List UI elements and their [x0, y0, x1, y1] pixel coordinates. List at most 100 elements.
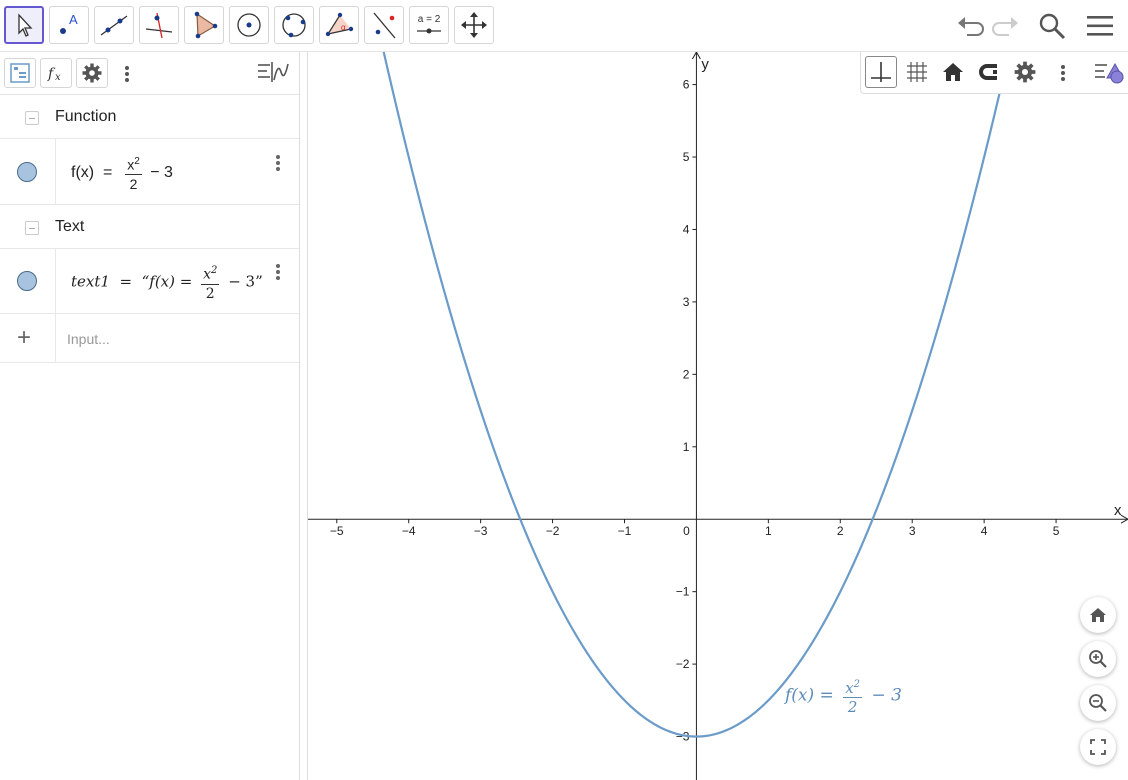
grid-icon — [907, 62, 927, 82]
search-button[interactable] — [1034, 8, 1070, 44]
move-tool-button[interactable] — [4, 6, 44, 44]
undo-button[interactable] — [952, 8, 988, 44]
algebra-input-field[interactable]: Input... — [67, 331, 110, 347]
y-tick-label: 5 — [683, 150, 690, 164]
circle-three-points-tool-button[interactable] — [274, 6, 314, 44]
visibility-toggle[interactable] — [17, 271, 37, 291]
fraction-denominator: 2 — [205, 285, 215, 302]
input-help-button[interactable]: fx — [40, 58, 72, 88]
x-tick-label: 1 — [765, 524, 772, 538]
main-menu-button[interactable] — [1082, 8, 1118, 44]
y-tick-label: −1 — [676, 585, 690, 599]
function-curve[interactable] — [308, 52, 1128, 738]
item-more-menu[interactable] — [275, 155, 281, 173]
move-graphics-tool-button[interactable] — [454, 6, 494, 44]
circle-three-points-icon — [282, 13, 306, 38]
zoom-in-button[interactable] — [1080, 641, 1116, 677]
text-tail: − 3” — [228, 272, 263, 291]
label-num-base: x — [845, 679, 854, 697]
fullscreen-icon — [1090, 739, 1106, 755]
marble-column — [0, 249, 56, 313]
algebra-settings-button[interactable] — [76, 58, 108, 88]
svg-text:a = 2: a = 2 — [418, 14, 441, 25]
y-tick-label: 6 — [683, 78, 690, 92]
x-tick-label: −4 — [402, 524, 416, 538]
x-tick-label: 2 — [837, 524, 844, 538]
standard-view-button[interactable] — [937, 56, 969, 88]
line-tool-button[interactable] — [94, 6, 134, 44]
visibility-toggle[interactable] — [17, 162, 37, 182]
graph-canvas[interactable]: xy −5 −4 −3 −2 −1 0 1 2 3 4 5654321−1−2−3 — [308, 52, 1128, 780]
numerator-exponent: 2 — [211, 265, 218, 276]
algebra-input-row[interactable]: + Input... — [0, 314, 299, 363]
fullscreen-button[interactable] — [1080, 729, 1116, 765]
perpendicular-line-tool-button[interactable] — [139, 6, 179, 44]
collapse-group-icon[interactable] — [25, 221, 39, 235]
gear-icon — [1014, 61, 1036, 83]
circle-center-tool-button[interactable] — [229, 6, 269, 44]
x-axis-label: x — [1114, 502, 1122, 519]
graphics-settings-button[interactable] — [1009, 56, 1041, 88]
graph-text-label[interactable]: f(x) = x2 2 − 3 — [785, 676, 902, 716]
point-capturing-button[interactable] — [973, 56, 1005, 88]
text-definition[interactable]: text1 = “f(x) = x2 2 − 3” — [71, 262, 263, 303]
x-tick-label: 3 — [909, 524, 916, 538]
y-tick-label: −2 — [676, 657, 690, 671]
toggle-grid-button[interactable] — [901, 56, 933, 88]
graphics-view[interactable]: xy −5 −4 −3 −2 −1 0 1 2 3 4 5 6 5 4 3 2 1 −1 −2 −3 f(x) = x… — [308, 52, 1128, 780]
angle-tool-button[interactable]: α — [319, 6, 359, 44]
fx-icon: fx — [47, 66, 61, 83]
slider-icon: a = 2 — [417, 14, 441, 34]
algebra-item-text[interactable]: text1 = “f(x) = x2 2 − 3” — [0, 249, 299, 314]
slider-tool-button[interactable]: a = 2 — [409, 6, 449, 44]
point-tool-button[interactable]: A — [49, 6, 89, 44]
zoom-out-button[interactable] — [1080, 685, 1116, 721]
equals-sign: = — [114, 272, 137, 291]
function-tail: − 3 — [150, 164, 173, 182]
close-algebra-view-button[interactable] — [256, 60, 290, 86]
fraction-numerator: x2 — [201, 262, 220, 285]
angle-icon: α — [325, 12, 354, 37]
numerator-exponent: 2 — [134, 156, 140, 167]
function-definition[interactable]: f(x) = x2 2 − 3 — [71, 153, 173, 193]
algebra-toolbar: fx — [0, 52, 299, 95]
collapse-group-icon[interactable] — [25, 111, 39, 125]
circle-center-icon — [237, 13, 261, 37]
reflect-tool-button[interactable] — [364, 6, 404, 44]
perpendicular-icon — [145, 12, 173, 39]
style-bar-toggle-icon — [1095, 62, 1124, 84]
svg-text:A: A — [69, 12, 78, 27]
y-tick-label: 2 — [683, 367, 690, 381]
label-fraction: x2 2 — [843, 676, 863, 716]
algebra-more-menu[interactable] — [124, 65, 130, 83]
y-tick-label: 1 — [683, 440, 690, 454]
view-divider[interactable] — [300, 52, 308, 780]
x-tick-label: 5 — [1053, 524, 1060, 538]
axes-icon — [871, 62, 891, 82]
fraction: x2 2 — [125, 153, 142, 193]
algebra-description-button[interactable] — [4, 58, 36, 88]
gear-icon — [82, 63, 102, 83]
undo-icon — [958, 17, 984, 36]
reflect-icon — [373, 12, 396, 39]
toggle-axes-button[interactable] — [865, 56, 897, 88]
graphics-more-menu[interactable] — [1060, 64, 1066, 82]
text-group-header: Text — [0, 205, 299, 249]
label-numerator: x2 — [843, 676, 863, 698]
standard-view-zoom-button[interactable] — [1080, 597, 1116, 633]
algebra-item-function[interactable]: f(x) = x2 2 − 3 — [0, 139, 299, 205]
line-icon — [100, 15, 128, 36]
graphics-style-toggle[interactable] — [1093, 60, 1127, 86]
home-icon — [1090, 608, 1106, 622]
item-more-menu[interactable] — [275, 264, 281, 282]
polygon-tool-button[interactable] — [184, 6, 224, 44]
x-tick-label: −1 — [618, 524, 632, 538]
redo-icon — [992, 17, 1018, 36]
add-item-icon[interactable]: + — [17, 326, 31, 350]
x-tick-label: −5 — [330, 524, 344, 538]
marble-column — [0, 139, 56, 204]
point-icon: A — [60, 12, 78, 34]
collapse-view-icon — [258, 62, 289, 82]
numerator-base: x — [203, 266, 212, 283]
redo-button[interactable] — [988, 8, 1024, 44]
